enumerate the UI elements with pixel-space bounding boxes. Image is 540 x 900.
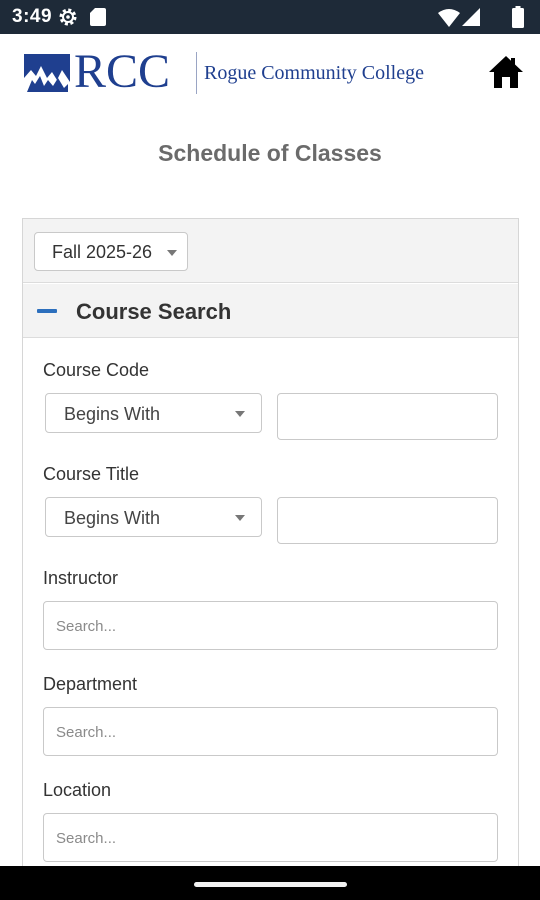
sd-card-icon bbox=[90, 8, 106, 26]
location-label: Location bbox=[43, 780, 112, 800]
logo-mark-icon bbox=[24, 54, 70, 92]
term-select[interactable]: Fall 2025-26 bbox=[34, 232, 188, 271]
logo-rcc-text: RCC bbox=[74, 45, 171, 98]
course-code-label: Course Code bbox=[43, 360, 150, 380]
course-code-match-select[interactable]: Begins With bbox=[45, 393, 262, 433]
home-gesture-handle[interactable] bbox=[194, 882, 347, 887]
logo-divider bbox=[196, 52, 197, 94]
logo-college-name: Rogue Community College bbox=[204, 62, 424, 84]
instructor-label: Instructor bbox=[43, 568, 119, 588]
college-logo: RCC Rogue Community College bbox=[24, 46, 424, 98]
department-label: Department bbox=[43, 674, 138, 694]
status-time: 3:49 bbox=[12, 6, 53, 27]
wifi-icon bbox=[438, 9, 460, 27]
gear-icon bbox=[59, 8, 77, 26]
chevron-down-icon bbox=[235, 515, 245, 521]
navigation-bar bbox=[0, 866, 540, 900]
department-placeholder: Search... bbox=[56, 724, 117, 741]
instructor-search-input[interactable]: Search... bbox=[43, 601, 498, 650]
course-title-input[interactable] bbox=[277, 497, 498, 544]
course-title-match-value: Begins With bbox=[64, 508, 161, 528]
term-bar: Fall 2025-26 bbox=[23, 219, 518, 283]
instructor-placeholder: Search... bbox=[56, 618, 117, 635]
page-title: Schedule of Classes bbox=[158, 140, 382, 166]
course-title-label: Course Title bbox=[43, 464, 140, 484]
course-code-input[interactable] bbox=[277, 393, 498, 440]
term-select-value: Fall 2025-26 bbox=[52, 242, 153, 262]
course-search-title: Course Search bbox=[76, 299, 232, 324]
chevron-down-icon bbox=[235, 411, 245, 417]
status-bar: 3:49 bbox=[0, 0, 540, 34]
home-icon[interactable] bbox=[488, 55, 524, 89]
minus-icon bbox=[37, 309, 57, 313]
course-title-match-select[interactable]: Begins With bbox=[45, 497, 262, 537]
course-search-header[interactable]: Course Search bbox=[23, 284, 518, 338]
signal-icon bbox=[462, 8, 480, 26]
search-panel: Fall 2025-26 Course Search Course Code B… bbox=[22, 218, 519, 900]
battery-icon bbox=[512, 6, 524, 28]
course-code-match-value: Begins With bbox=[64, 404, 161, 424]
department-search-input[interactable]: Search... bbox=[43, 707, 498, 756]
location-placeholder: Search... bbox=[56, 830, 117, 847]
chevron-down-icon bbox=[167, 250, 177, 256]
location-search-input[interactable]: Search... bbox=[43, 813, 498, 862]
